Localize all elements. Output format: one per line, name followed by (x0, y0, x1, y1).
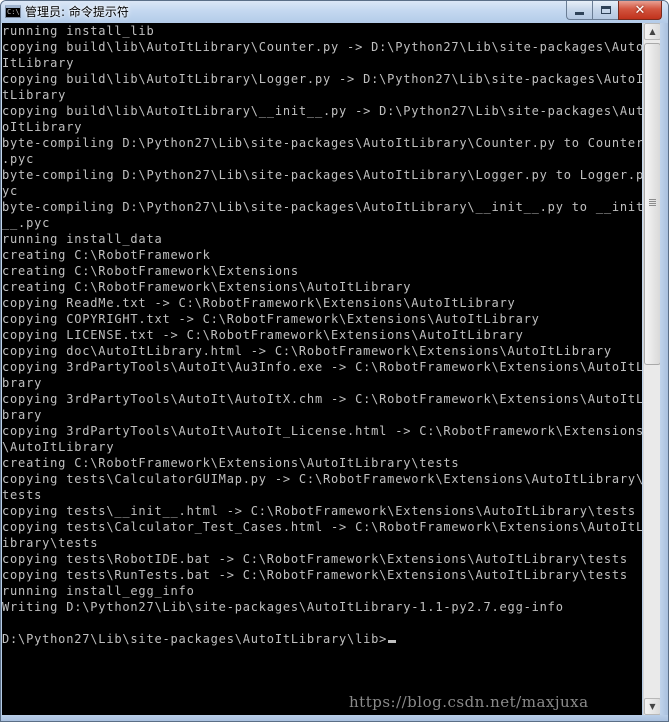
scroll-up-button[interactable]: ▲ (644, 23, 661, 40)
console-line: copying doc\AutoItLibrary.html -> C:\Rob… (2, 344, 612, 358)
console-line: yc (2, 184, 19, 198)
close-icon: ✕ (634, 2, 646, 18)
console-line: ItLibrary (2, 56, 75, 70)
arrow-up-icon: ▲ (649, 27, 656, 36)
window-title: 管理员: 命令提示符 (25, 5, 129, 19)
window-controls: ✕ (566, 1, 662, 20)
window-frame-right (660, 23, 668, 721)
scroll-down-button[interactable]: ▼ (644, 698, 661, 715)
maximize-icon (600, 6, 611, 14)
arrow-down-icon: ▼ (649, 702, 656, 711)
console-line: copying build\lib\AutoItLibrary\Counter.… (2, 40, 642, 54)
console-line: brary (2, 376, 43, 390)
console-line: creating C:\RobotFramework (2, 248, 211, 262)
console-line: copying tests\Calculator_Test_Cases.html… (2, 520, 642, 534)
grip-icon (649, 199, 656, 207)
console-line: .pyc (2, 152, 35, 166)
console-line: copying build\lib\AutoItLibrary\__init__… (2, 104, 642, 118)
console-line: byte-compiling D:\Python27\Lib\site-pack… (2, 200, 642, 214)
console-line: \AutoItLibrary (2, 440, 115, 454)
window-frame-bottom (1, 715, 668, 721)
close-button[interactable]: ✕ (618, 1, 662, 20)
console-line: D:\Python27\Lib\site-packages\AutoItLibr… (2, 631, 642, 647)
console-line: copying build\lib\AutoItLibrary\Logger.p… (2, 72, 642, 86)
console-line: byte-compiling D:\Python27\Lib\site-pack… (2, 168, 642, 182)
console-line: tests (2, 488, 43, 502)
console-line: creating C:\RobotFramework\Extensions\Au… (2, 280, 412, 294)
console-line: ibrary\tests (2, 536, 99, 550)
console-line: creating C:\RobotFramework\Extensions (2, 264, 299, 278)
console-line: copying COPYRIGHT.txt -> C:\RobotFramewo… (2, 312, 540, 326)
console-line: running install_data (2, 232, 163, 246)
console-line: copying tests\__init__.html -> C:\RobotF… (2, 504, 636, 518)
console-line: copying 3rdPartyTools\AutoIt\Au3Info.exe… (2, 360, 642, 374)
maximize-button[interactable] (592, 1, 618, 20)
cmd-icon-text: C:\ (7, 8, 20, 16)
console-line: copying tests\RunTests.bat -> C:\RobotFr… (2, 568, 628, 582)
watermark: https://blog.csdn.net/maxjuxa (349, 693, 589, 711)
minimize-button[interactable] (566, 1, 592, 20)
console-line: copying tests\CalculatorGUIMap.py -> C:\… (2, 472, 642, 486)
title-bar[interactable]: C:\ 管理员: 命令提示符 ✕ (1, 1, 668, 23)
console-output[interactable]: running install_libcopying build\lib\Aut… (2, 23, 642, 715)
console-line: byte-compiling D:\Python27\Lib\site-pack… (2, 136, 642, 150)
console-line: copying tests\RobotIDE.bat -> C:\RobotFr… (2, 552, 628, 566)
command-prompt-window: C:\ 管理员: 命令提示符 ✕ running install_libcopy… (0, 0, 669, 722)
console-line: creating C:\RobotFramework\Extensions\Au… (2, 456, 460, 470)
console-line: running install_lib (2, 24, 155, 38)
console-line: Writing D:\Python27\Lib\site-packages\Au… (2, 600, 564, 614)
console-line: copying 3rdPartyTools\AutoIt\AutoIt_Lice… (2, 424, 642, 438)
console-line: tLibrary (2, 88, 67, 102)
cmd-icon[interactable]: C:\ (5, 5, 21, 18)
console-line: __.pyc (2, 216, 51, 230)
console-line: copying LICENSE.txt -> C:\RobotFramework… (2, 328, 524, 342)
text-cursor (388, 640, 397, 643)
console-line: oItLibrary (2, 120, 83, 134)
vertical-scrollbar[interactable]: ▲ ▼ (643, 23, 661, 715)
console-line: brary (2, 408, 43, 422)
console-line: copying ReadMe.txt -> C:\RobotFramework\… (2, 296, 516, 310)
scroll-thumb[interactable] (644, 43, 661, 365)
console-line: running install_egg_info (2, 584, 195, 598)
console-line: copying 3rdPartyTools\AutoIt\AutoItX.chm… (2, 392, 642, 406)
minimize-icon (575, 12, 584, 15)
